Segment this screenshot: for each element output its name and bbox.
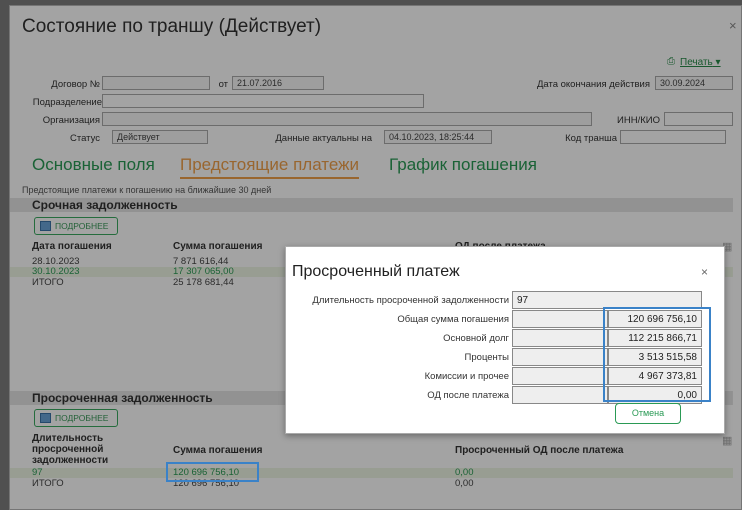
table-cell-sum: 17 307 065,00 <box>173 266 234 277</box>
overdue-header-od: Просроченный ОД после платежа <box>455 445 624 456</box>
overdue-details-button[interactable]: ПОДРОБНЕЕ <box>34 409 118 427</box>
window-close-button[interactable]: × <box>729 18 737 33</box>
contract-label: Договор № <box>51 79 100 90</box>
details-icon <box>40 413 51 423</box>
from-label: от <box>218 79 228 90</box>
actual-date-field[interactable]: 04.10.2023, 18:25:44 <box>384 130 492 144</box>
organization-label: Организация <box>42 115 100 126</box>
dialog-interest-label: Проценты <box>464 352 509 363</box>
dialog-principal-left-field[interactable] <box>512 329 608 347</box>
print-link[interactable]: Печать ▾ <box>680 57 721 68</box>
details-icon <box>40 221 51 231</box>
window-title: Состояние по траншу (Действует) <box>22 16 322 37</box>
division-label: Подразделение <box>32 97 102 108</box>
overdue-section-title: Просроченная задолженность <box>32 391 213 405</box>
overdue-header-duration: Длительность просроченной задолженности <box>32 433 109 466</box>
dialog-od-after-left-field[interactable] <box>512 386 608 404</box>
end-date-label: Дата окончания действия <box>536 79 650 90</box>
contract-field[interactable] <box>102 76 210 90</box>
tab-repayment-schedule[interactable]: График погашения <box>389 155 537 175</box>
table-row-highlight <box>10 468 733 478</box>
printer-icon: ⎙ <box>667 56 675 67</box>
status-label: Статус <box>69 133 100 144</box>
overdue-cell-od: 0,00 <box>455 467 474 478</box>
urgent-header-sum: Сумма погашения <box>173 241 263 252</box>
status-field[interactable]: Действует <box>112 130 208 144</box>
dialog-total-sum-label: Общая сумма погашения <box>397 314 509 325</box>
dialog-duration-label: Длительность просроченной задолженности <box>312 295 509 306</box>
dialog-fees-left-field[interactable] <box>512 367 608 385</box>
dialog-od-after-label: ОД после платежа <box>427 390 509 401</box>
dialog-close-button[interactable]: × <box>701 265 708 279</box>
upcoming-note: Предстоящие платежи к погашению на ближа… <box>22 185 272 195</box>
urgent-details-label: ПОДРОБНЕЕ <box>55 221 109 231</box>
table-total-label: ИТОГО <box>32 277 64 288</box>
tab-upcoming-payments[interactable]: Предстоящие платежи <box>180 155 360 179</box>
table-cell-date: 30.10.2023 <box>32 266 80 277</box>
from-field[interactable]: 21.07.2016 <box>232 76 324 90</box>
overdue-cell-duration: 97 <box>32 467 43 478</box>
overdue-total-label: ИТОГО <box>32 478 64 489</box>
table-total-sum: 25 178 681,44 <box>173 277 234 288</box>
division-field[interactable] <box>102 94 424 108</box>
page: Состояние по траншу (Действует) × ⎙ Печа… <box>0 0 742 510</box>
dialog-principal-label: Основной долг <box>443 333 509 344</box>
cancel-button[interactable]: Отмена <box>615 403 681 424</box>
urgent-section-title: Срочная задолженность <box>32 198 178 212</box>
overdue-details-label: ПОДРОБНЕЕ <box>55 413 109 423</box>
inn-label: ИНН/КИО <box>617 115 660 126</box>
inn-field[interactable] <box>664 112 733 126</box>
end-date-field[interactable]: 30.09.2024 <box>655 76 733 90</box>
print-label: Печать <box>680 57 713 68</box>
dialog-title: Просроченный платеж <box>292 263 460 280</box>
tranche-code-field[interactable] <box>620 130 726 144</box>
dialog-values-highlight-box <box>603 307 711 402</box>
grid-settings-icon[interactable]: ▦ <box>722 434 732 447</box>
tranche-code-label: Код транша <box>565 133 617 144</box>
urgent-details-button[interactable]: ПОДРОБНЕЕ <box>34 217 118 235</box>
dialog-interest-left-field[interactable] <box>512 348 608 366</box>
dialog-total-sum-left-field[interactable] <box>512 310 608 328</box>
actual-date-label: Данные актуальны на <box>275 133 372 144</box>
urgent-header-date: Дата погашения <box>32 241 112 252</box>
overdue-total-od: 0,00 <box>455 478 474 489</box>
organization-field[interactable] <box>102 112 592 126</box>
overdue-sum-highlight-box <box>166 462 259 482</box>
dialog-fees-label: Комиссии и прочее <box>424 371 509 382</box>
overdue-header-sum: Сумма погашения <box>173 445 263 456</box>
tab-main-fields[interactable]: Основные поля <box>32 155 155 175</box>
